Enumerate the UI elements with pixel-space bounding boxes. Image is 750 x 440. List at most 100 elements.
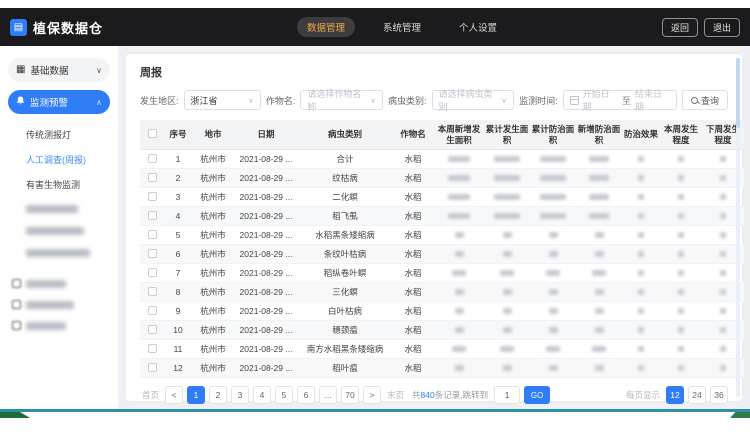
- pagination-next-button[interactable]: >: [363, 386, 381, 404]
- scrollbar-thumb[interactable]: [736, 58, 740, 128]
- row-checkbox[interactable]: [148, 268, 157, 277]
- redacted-number: [455, 251, 464, 257]
- cell-value-redacted: [660, 169, 702, 188]
- pagination-page-3[interactable]: 3: [231, 386, 249, 404]
- page-jump-input[interactable]: [494, 386, 520, 404]
- region-select[interactable]: 浙江省 ∨: [184, 90, 261, 110]
- pagination-page-6[interactable]: 6: [297, 386, 315, 404]
- row-checkbox[interactable]: [148, 363, 157, 372]
- redacted-number: [720, 194, 726, 200]
- cell-value-redacted: [434, 207, 484, 226]
- redacted-number: [589, 175, 609, 181]
- pagination-page-70[interactable]: 70: [341, 386, 359, 404]
- top-tab-个人设置[interactable]: 个人设置: [449, 17, 507, 37]
- sidebar-subitem-redacted[interactable]: [8, 241, 110, 263]
- cell-value-redacted: [484, 340, 530, 359]
- pagination-page-4[interactable]: 4: [253, 386, 271, 404]
- redacted-number: [592, 346, 606, 352]
- cell-date: 2021-08-29 ...: [234, 226, 298, 245]
- pagination-page-1[interactable]: 1: [187, 386, 205, 404]
- row-checkbox[interactable]: [148, 154, 157, 163]
- redacted-number: [549, 327, 558, 333]
- cell-pest: 稻飞虱: [298, 207, 392, 226]
- row-checkbox[interactable]: [148, 249, 157, 258]
- cell-value-redacted: [660, 340, 702, 359]
- pagination-first[interactable]: 首页: [142, 389, 159, 401]
- row-checkbox[interactable]: [148, 287, 157, 296]
- pest-select[interactable]: 请选择病虫类别 ∨: [432, 90, 515, 110]
- crop-select[interactable]: 请选择作物名称 ∨: [300, 90, 383, 110]
- redacted-number: [638, 251, 644, 257]
- sidebar-item-redacted[interactable]: [8, 273, 110, 294]
- scrollbar[interactable]: [736, 58, 740, 397]
- redacted-text: [26, 227, 84, 235]
- pagination-page-5[interactable]: 5: [275, 386, 293, 404]
- redacted-text: [26, 249, 90, 257]
- search-button[interactable]: 查询: [682, 90, 728, 110]
- row-checkbox[interactable]: [148, 230, 157, 239]
- date-range-picker[interactable]: 开始日期 至 结束日期: [563, 90, 677, 110]
- page-size-24[interactable]: 24: [688, 386, 706, 404]
- cell-value-redacted: [622, 150, 660, 169]
- page-size-36[interactable]: 36: [710, 386, 728, 404]
- search-button-label: 查询: [701, 94, 719, 107]
- pagination-prev-button[interactable]: <: [165, 386, 183, 404]
- top-tab-数据管理[interactable]: 数据管理: [297, 17, 355, 37]
- row-checkbox[interactable]: [148, 344, 157, 353]
- cell-value-redacted: [484, 245, 530, 264]
- sidebar-item-monitor-warning[interactable]: 监测预警 ∧: [8, 90, 110, 114]
- chevron-down-icon: ∨: [96, 66, 102, 75]
- cell-value-redacted: [434, 340, 484, 359]
- page-size-12[interactable]: 12: [666, 386, 684, 404]
- back-button[interactable]: 返回: [662, 18, 698, 37]
- column-header-序号: 序号: [164, 120, 192, 150]
- cell-value-redacted: [530, 302, 576, 321]
- pagination-page-2[interactable]: 2: [209, 386, 227, 404]
- cell-no: 1: [164, 150, 192, 169]
- redacted-number: [500, 270, 514, 276]
- cell-value-redacted: [530, 340, 576, 359]
- cell-date: 2021-08-29 ...: [234, 302, 298, 321]
- logout-button[interactable]: 退出: [704, 18, 740, 37]
- sidebar-subitem[interactable]: 有害生物监测: [8, 172, 110, 197]
- sidebar-item-redacted[interactable]: [8, 315, 110, 336]
- cell-city: 杭州市: [192, 359, 234, 378]
- sidebar-subitem-redacted[interactable]: [8, 219, 110, 241]
- sidebar-subitem[interactable]: 传统测报灯: [8, 122, 110, 147]
- redacted-number: [595, 251, 604, 257]
- top-tab-系统管理[interactable]: 系统管理: [373, 17, 431, 37]
- sidebar-subitem-redacted[interactable]: [8, 197, 110, 219]
- pagination-last[interactable]: 末页: [387, 389, 404, 401]
- row-checkbox[interactable]: [148, 325, 157, 334]
- row-checkbox[interactable]: [148, 173, 157, 182]
- cell-value-redacted: [622, 302, 660, 321]
- sidebar-item-basic-data[interactable]: ▦ 基础数据 ∨: [8, 58, 110, 82]
- page-size-options: 122436: [666, 386, 728, 404]
- redacted-number: [549, 232, 558, 238]
- page-jump-go-button[interactable]: GO: [524, 386, 550, 404]
- cell-crop: 水稻: [392, 283, 434, 302]
- cell-value-redacted: [484, 188, 530, 207]
- row-checkbox[interactable]: [148, 306, 157, 315]
- cell-pest: 二化螟: [298, 188, 392, 207]
- redacted-number: [720, 156, 726, 162]
- cell-pest: 白叶枯病: [298, 302, 392, 321]
- search-icon: [691, 97, 698, 104]
- pagination-page-...[interactable]: ...: [319, 386, 337, 404]
- main-area: 周报 发生地区: 浙江省 ∨ 作物名: 请选择作物名称 ∨ 病虫类: [118, 46, 750, 409]
- cell-value-redacted: [484, 169, 530, 188]
- cell-value-redacted: [576, 150, 622, 169]
- page-size-selector: 每页显示 122436: [624, 386, 728, 404]
- redacted-number: [540, 175, 566, 181]
- cell-date: 2021-08-29 ...: [234, 188, 298, 207]
- column-header-防治效果: 防治效果: [622, 120, 660, 150]
- row-checkbox[interactable]: [148, 211, 157, 220]
- cell-value-redacted: [576, 207, 622, 226]
- sidebar-subitem[interactable]: 人工调查(周报): [8, 147, 110, 172]
- row-checkbox[interactable]: [148, 192, 157, 201]
- select-all-checkbox[interactable]: [148, 129, 157, 138]
- redacted-number: [595, 327, 604, 333]
- row-select-cell: [140, 283, 164, 302]
- sidebar-item-redacted[interactable]: [8, 294, 110, 315]
- redacted-number: [720, 308, 726, 314]
